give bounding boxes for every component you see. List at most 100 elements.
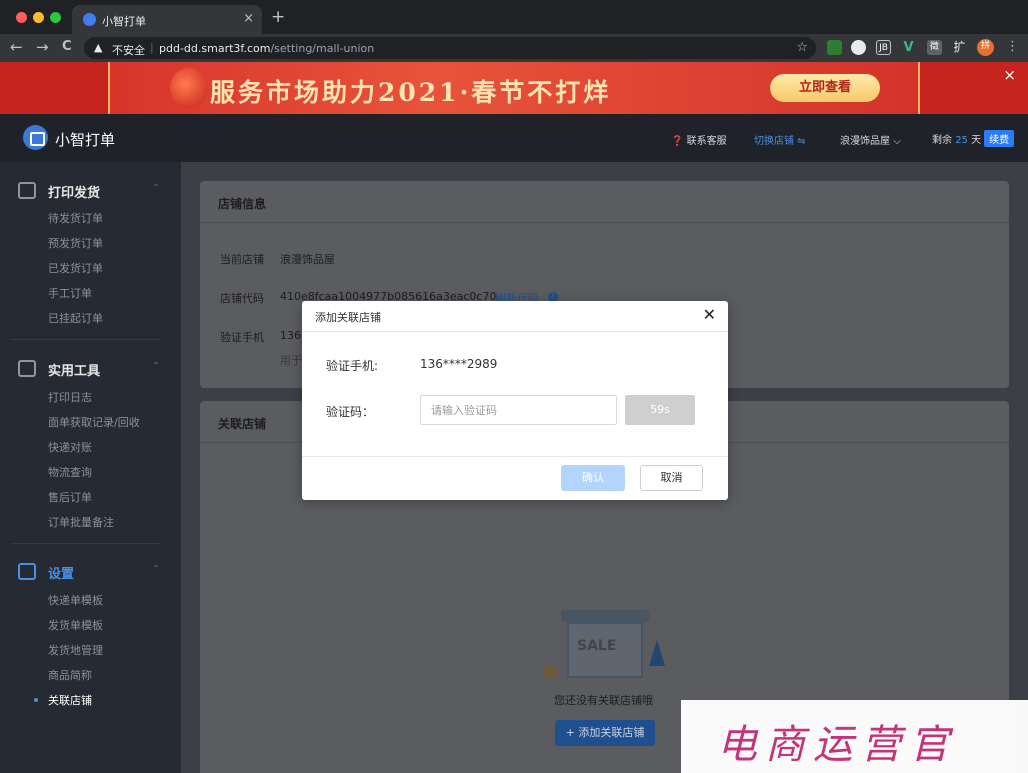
empty-state-text: 您还没有关联店铺哦 [554,694,653,707]
browser-menu-icon[interactable]: ⋮ [1006,38,1019,56]
bookmark-star-icon[interactable]: ☆ [796,40,808,55]
sidebar-item-manual-orders[interactable]: 手工订单 [48,285,92,301]
store-name: 浪漫饰品屋 [840,136,890,147]
sidebar-divider [10,339,160,340]
browser-tab-bar: 小智打单 × + [0,0,1028,34]
forward-icon[interactable]: → [36,38,49,56]
jetbrains-extension-icon[interactable]: JB [876,40,891,55]
view-now-button[interactable]: 立即查看 [770,74,880,102]
sidebar-divider [10,543,160,544]
verify-phone-value: 136 [280,329,301,342]
active-indicator-dot [34,698,38,702]
url-host: pdd-dd.smart3f.com [159,42,271,55]
settings-icon [18,563,36,580]
sidebar-item-linked-stores[interactable]: 关联店铺 [48,692,92,708]
add-linked-store-dialog: 添加关联店铺 ✕ 验证手机: 136****2989 验证码： 59s 确认 取… [302,301,728,500]
translate-extension-icon[interactable]: 徵 [927,40,942,55]
close-window-button[interactable] [16,12,27,23]
confirm-button[interactable]: 确认 [561,465,625,491]
banner-text: 服务市场助力2021·春节不打烊 [210,78,612,107]
sidebar-item-express-template[interactable]: 快递单模板 [48,592,103,608]
dialog-divider [302,331,728,332]
app-name: 小智打单 [55,131,116,149]
watermark-text: 电商运营官 [717,722,957,768]
sale-sign: SALE [577,638,617,654]
send-code-countdown-button[interactable]: 59s [625,395,695,425]
remaining-suffix: 天 [971,135,982,146]
store-dropdown[interactable]: 浪漫饰品屋 ⌵ [840,132,901,147]
cancel-button[interactable]: 取消 [640,465,703,491]
profile-extension-icon[interactable] [851,40,866,55]
shop-awning [561,610,649,622]
verification-code-input[interactable] [420,395,617,425]
renew-button[interactable]: 续费 [984,130,1015,147]
browser-tab[interactable]: 小智打单 × [72,5,262,34]
support-label: 联系客服 [686,136,727,147]
chevron-up-icon: ⌃ [152,361,161,372]
warning-icon[interactable]: ▲ [94,41,102,54]
package-icon [543,666,557,678]
add-linked-store-button[interactable]: + 添加关联店铺 [555,720,655,746]
url-text[interactable]: pdd-dd.smart3f.com/setting/mall-union [159,42,374,55]
sidebar-item-ship-address[interactable]: 发货地管理 [48,642,103,658]
chevron-up-icon: ⌃ [152,183,161,194]
current-store-value: 浪漫饰品屋 [280,253,335,266]
banner-close-icon[interactable]: × [1003,66,1016,84]
linked-stores-title: 关联店铺 [218,417,267,431]
insecure-label[interactable]: 不安全 [112,42,145,58]
vue-devtools-icon[interactable]: V [901,40,916,55]
remaining-days: 剩余 25 天续费 [932,130,1015,147]
phone-value: 136****2989 [420,357,498,371]
maximize-window-button[interactable] [50,12,61,23]
dialog-divider [302,456,728,457]
remaining-count: 25 [955,135,968,146]
support-link[interactable]: ❓ 联系客服 [671,132,727,147]
tab-title: 小智打单 [102,15,146,28]
remaining-prefix: 剩余 [932,135,952,146]
store-code-label: 店铺代码 [220,292,264,305]
sidebar-item-product-alias[interactable]: 商品简称 [48,667,92,683]
qr-extension-icon[interactable] [827,40,842,55]
sidebar-item-pre-ship-orders[interactable]: 预发货订单 [48,235,103,251]
verify-phone-note: 用于 [280,354,302,367]
verify-phone-label: 验证手机 [220,331,264,344]
watermark: 电商运营官 [681,700,1028,773]
sidebar-item-pending-orders[interactable]: 待发货订单 [48,210,103,226]
puzzle-extensions-icon[interactable]: 扩 [952,40,967,55]
reload-icon[interactable]: C [62,38,72,56]
lantern-icon [170,68,208,108]
sidebar-section-title: 打印发货 [48,186,101,201]
printer-icon [18,182,36,199]
question-icon: ❓ [671,136,684,147]
user-avatar[interactable]: 拼 [977,39,994,56]
sidebar-item-logistics-query[interactable]: 物流查询 [48,464,92,480]
url-field[interactable]: ▲ 不安全 | pdd-dd.smart3f.com/setting/mall-… [84,37,816,59]
promo-banner-image[interactable]: 服务市场助力2021·春节不打烊 立即查看 [108,62,920,114]
current-store-label: 当前店铺 [220,253,264,266]
switch-store-link[interactable]: 切换店铺 ⇋ [754,132,806,147]
new-tab-button[interactable]: + [271,8,285,26]
sidebar-item-delivery-template[interactable]: 发货单模板 [48,617,103,633]
sidebar-section-title: 设置 [48,567,75,582]
tools-search-icon [18,360,36,377]
sidebar-item-express-reconcile[interactable]: 快递对账 [48,439,92,455]
sidebar-item-print-log[interactable]: 打印日志 [48,389,92,405]
minimize-window-button[interactable] [33,12,44,23]
url-path: /setting/mall-union [270,42,375,55]
sidebar-item-shipped-orders[interactable]: 已发货订单 [48,260,103,276]
sidebar-item-suspended-orders[interactable]: 已挂起订单 [48,310,103,326]
chevron-up-icon: ⌃ [152,564,161,575]
back-icon[interactable]: ← [10,38,23,56]
empty-store-illustration: SALE [543,610,673,690]
sidebar-item-waybill-records[interactable]: 面单获取记录/回收 [48,414,140,430]
printer-logo-icon [23,125,48,150]
close-icon[interactable]: ✕ [703,306,716,324]
sidebar-item-batch-remarks[interactable]: 订单批量备注 [48,514,114,530]
promo-banner[interactable]: 服务市场助力2021·春节不打烊 立即查看 × [0,62,1028,114]
sidebar-item-after-sales[interactable]: 售后订单 [48,489,92,505]
tab-close-icon[interactable]: × [243,11,254,26]
sidebar: 打印发货 ⌃ 待发货订单 预发货订单 已发货订单 手工订单 已挂起订单 实用工具… [0,162,181,773]
url-separator: | [150,41,154,54]
dress-icon [649,640,665,666]
phone-label: 验证手机: [326,359,379,373]
